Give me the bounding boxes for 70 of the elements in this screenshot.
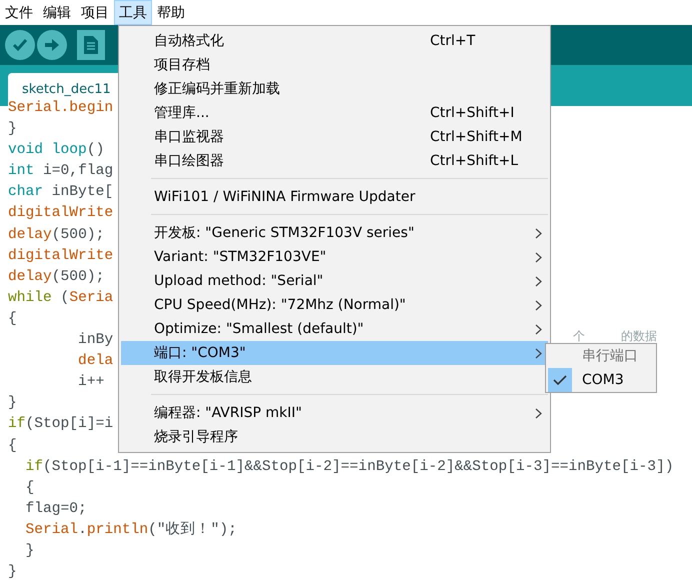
code-text: { xyxy=(8,436,17,456)
code-text: if xyxy=(24,458,44,477)
code-text: int xyxy=(8,162,34,182)
code-text: inBy xyxy=(77,331,114,350)
menu-item[interactable]: 端口: "COM3" xyxy=(121,341,548,365)
menu-item[interactable]: 串口绘图器 Ctrl+Shift+L xyxy=(121,149,548,173)
code-text: } xyxy=(8,394,17,414)
code-text: } xyxy=(24,542,34,561)
menu-item[interactable]: 开发板: "Generic STM32F103V series" xyxy=(121,221,548,245)
code-text: () xyxy=(86,141,104,160)
menu-bar-item[interactable]: 编辑 xyxy=(38,0,76,25)
code-text: . xyxy=(78,520,87,540)
chevron-right-icon xyxy=(535,276,542,286)
comment-text: 个 xyxy=(573,330,586,342)
code-text: (Stop[i-1]==inByte[i-1]&&Stop[i-2]==inByte[i-2]&&Stop[i-3]==inByte[i-3]) xyxy=(43,458,674,477)
code-text: digitalWrite xyxy=(8,246,114,266)
menu-bar-item[interactable]: 文件 xyxy=(0,0,38,25)
code-text: Seria xyxy=(69,288,114,308)
code-text: inByte[ xyxy=(50,183,114,202)
code-text: char xyxy=(8,183,44,202)
code-text: } xyxy=(8,563,17,582)
code-text: digitalWrite xyxy=(8,204,114,224)
code-text: delay xyxy=(8,268,52,287)
chevron-right-icon xyxy=(535,228,542,238)
menu-item[interactable]: 串口监视器 Ctrl+Shift+M xyxy=(121,125,548,149)
document-icon xyxy=(84,36,98,54)
code-text: (Stop[i]=i xyxy=(26,415,114,434)
upload-button[interactable] xyxy=(37,30,67,60)
menu-item[interactable]: 编程器: "AVRISP mkII" xyxy=(121,401,548,425)
chevron-right-icon xyxy=(535,300,542,310)
code-text: void xyxy=(8,141,44,160)
code-text: } xyxy=(8,120,17,140)
code-text: while xyxy=(8,288,52,308)
code-text: delay xyxy=(8,226,52,245)
code-text: (500); xyxy=(52,268,104,287)
chevron-right-icon xyxy=(535,408,542,418)
submenu-item[interactable]: COM3 xyxy=(548,368,654,392)
comment-text: 的数据 xyxy=(621,330,658,342)
code-text: ("收到！"); xyxy=(148,520,237,540)
check-icon xyxy=(553,375,567,385)
menu-item[interactable]: 烧录引导程序 xyxy=(121,425,548,449)
menu-bar-item[interactable]: 工具 xyxy=(114,0,152,25)
code-text: flag=0; xyxy=(24,500,87,519)
menu-item[interactable]: Upload method: "Serial" xyxy=(121,269,548,293)
arrow-right-icon xyxy=(44,38,60,52)
code-text: i=0,flag xyxy=(42,162,114,182)
menu-item[interactable]: Optimize: "Smallest (default)" xyxy=(121,317,548,341)
menu-item[interactable]: WiFi101 / WiFiNINA Firmware Updater xyxy=(121,185,548,209)
verify-button[interactable] xyxy=(5,30,35,60)
menu-bar-item[interactable]: 项目 xyxy=(76,0,114,25)
new-file-button[interactable] xyxy=(77,30,105,60)
code-text: { xyxy=(8,310,17,329)
code-text: (500); xyxy=(52,226,104,245)
code-text: dela xyxy=(77,352,114,372)
code-text: Serial xyxy=(24,520,78,540)
chevron-right-icon xyxy=(535,252,542,262)
code-text: { xyxy=(24,478,34,498)
checkmark-icon xyxy=(12,38,28,52)
code-text: i++ xyxy=(77,373,104,392)
chevron-right-icon xyxy=(535,348,542,358)
code-text: ( xyxy=(60,288,70,308)
chevron-right-icon xyxy=(535,324,542,334)
menu-item[interactable]: 取得开发板信息 xyxy=(121,365,548,389)
code-text: println xyxy=(86,520,148,540)
code-text: loop xyxy=(50,141,87,160)
menu-item[interactable]: 自动格式化 Ctrl+T xyxy=(121,29,548,53)
menu-bar-item[interactable]: 帮助 xyxy=(152,0,190,25)
menu-item[interactable]: CPU Speed(MHz): "72Mhz (Normal)" xyxy=(121,293,548,317)
code-text: if xyxy=(8,415,26,434)
menu-item[interactable]: Variant: "STM32F103VE" xyxy=(121,245,548,269)
